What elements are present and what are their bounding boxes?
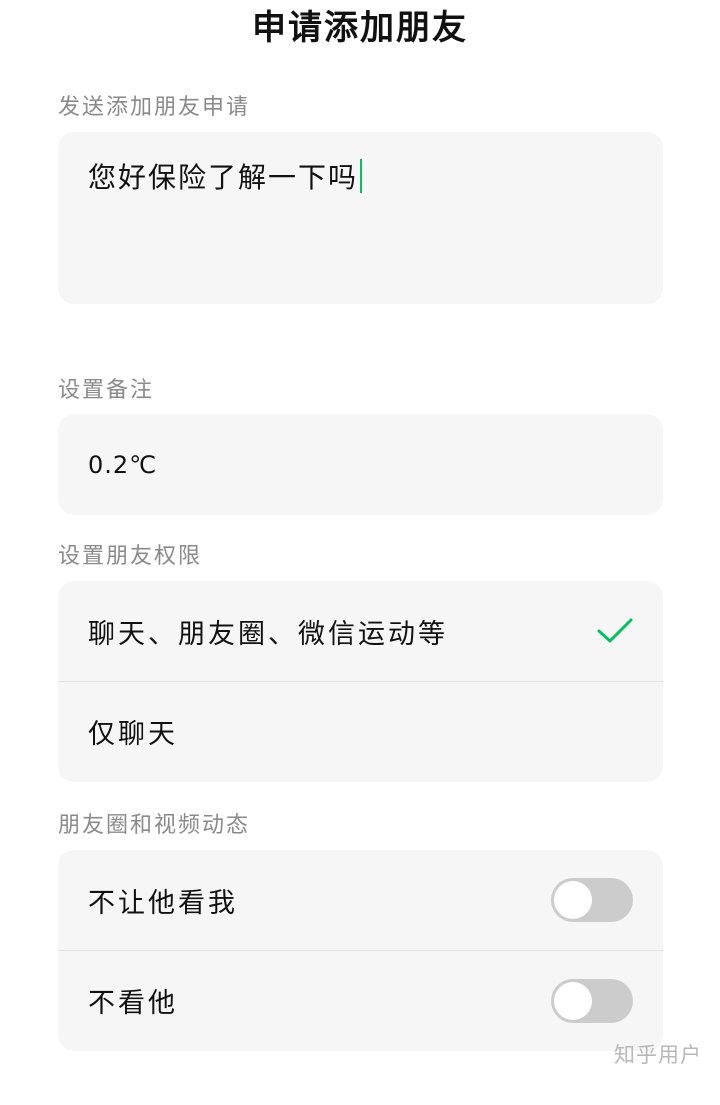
moments-card: 不让他看我 不看他 xyxy=(58,850,663,1051)
request-section-label: 发送添加朋友申请 xyxy=(58,95,251,120)
moments-section-label: 朋友圈和视频动态 xyxy=(58,813,251,838)
request-message-box[interactable]: 您好保险了解一下吗 xyxy=(58,132,663,304)
permissions-section-label: 设置朋友权限 xyxy=(58,544,203,569)
toggle-knob xyxy=(554,981,592,1020)
permission-option-chat-only[interactable]: 仅聊天 xyxy=(58,681,663,781)
moments-row-hide-my-posts: 不让他看我 xyxy=(58,850,663,950)
text-cursor xyxy=(360,159,363,193)
remark-input[interactable]: 0.2℃ xyxy=(58,414,663,515)
moments-row-label: 不看他 xyxy=(88,988,178,1019)
request-message-text: 您好保险了解一下吗 xyxy=(88,161,359,194)
toggle-knob xyxy=(554,881,592,919)
moments-row-hide-their-posts: 不看他 xyxy=(58,950,663,1050)
hide-their-posts-toggle[interactable] xyxy=(551,978,633,1023)
watermark: 知乎用户 xyxy=(614,1043,702,1067)
checkmark-icon xyxy=(597,618,633,643)
permission-option-label: 聊天、朋友圈、微信运动等 xyxy=(88,618,448,650)
permission-option-label: 仅聊天 xyxy=(88,719,178,750)
remark-section-label: 设置备注 xyxy=(58,378,155,403)
page-title: 申请添加朋友 xyxy=(252,8,468,48)
permissions-card: 聊天、朋友圈、微信运动等 仅聊天 xyxy=(58,581,663,782)
remark-value: 0.2℃ xyxy=(88,450,158,479)
permission-option-all[interactable]: 聊天、朋友圈、微信运动等 xyxy=(58,581,663,681)
hide-my-posts-toggle[interactable] xyxy=(551,878,633,922)
moments-row-label: 不让他看我 xyxy=(88,887,238,919)
